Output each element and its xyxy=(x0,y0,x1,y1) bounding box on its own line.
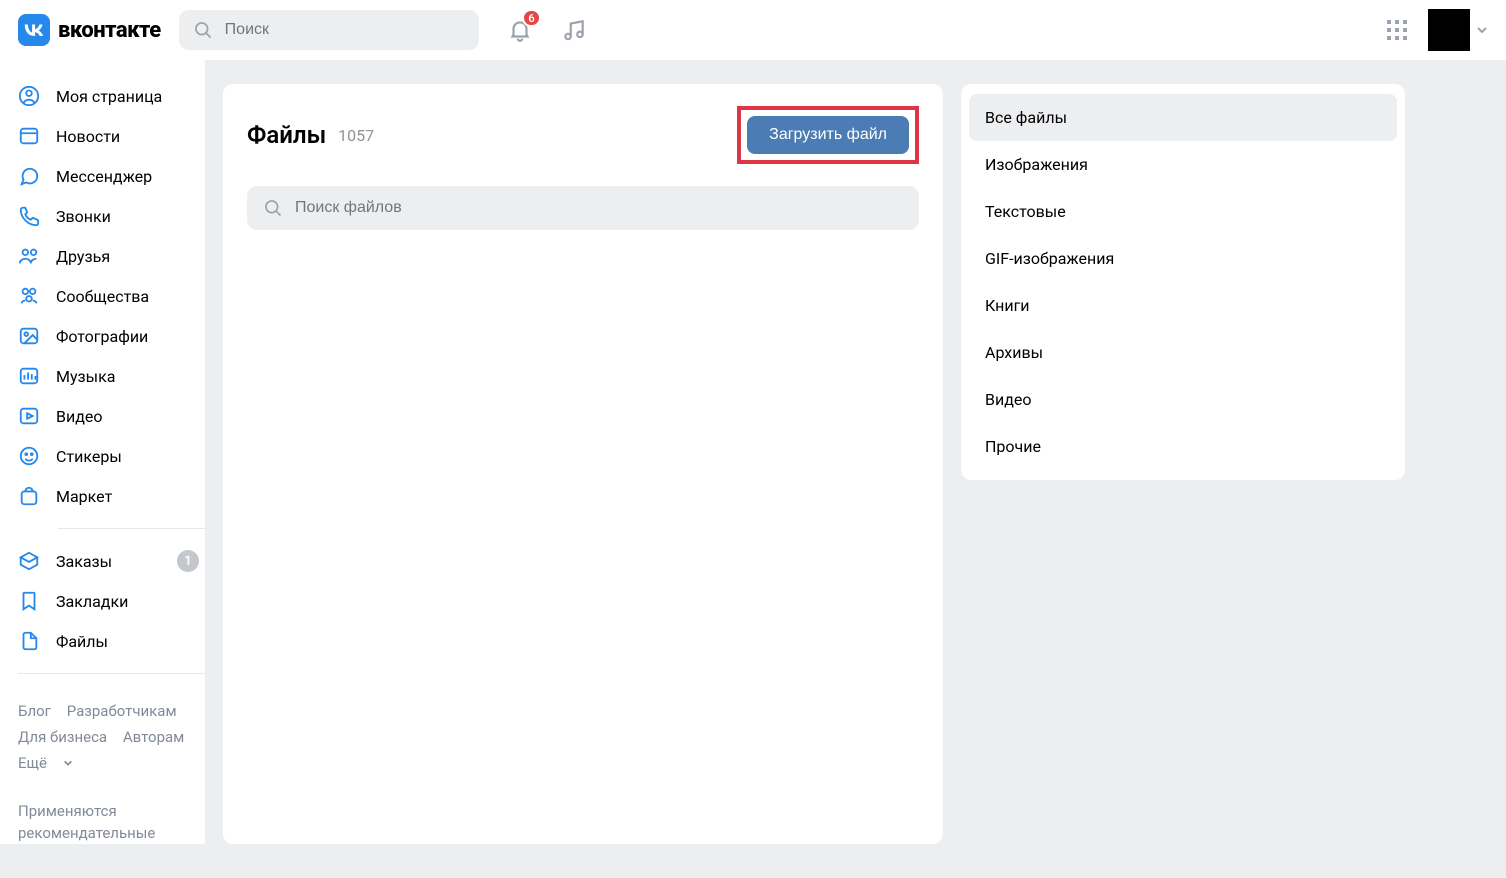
chat-icon xyxy=(18,165,42,187)
sidebar-item-label: Файлы xyxy=(56,632,108,651)
filter-panel: Все файлы Изображения Текстовые GIF-изоб… xyxy=(961,84,1405,480)
sidebar-item-market[interactable]: Маркет xyxy=(18,476,205,516)
sidebar-item-stickers[interactable]: Стикеры xyxy=(18,436,205,476)
header: вконтакте 6 xyxy=(0,0,1506,60)
upload-button[interactable]: Загрузить файл xyxy=(747,116,909,154)
chevron-down-icon xyxy=(63,758,73,768)
footer-business[interactable]: Для бизнеса xyxy=(18,728,107,746)
footer-more[interactable]: Ещё xyxy=(18,750,205,776)
layout: Моя страница Новости Мессенджер Звонки Д… xyxy=(0,60,1506,844)
page-title: Файлы xyxy=(247,121,326,149)
vk-logo-icon xyxy=(18,14,50,46)
header-search[interactable] xyxy=(179,10,479,50)
filter-all[interactable]: Все файлы xyxy=(969,94,1397,141)
filter-archives[interactable]: Архивы xyxy=(961,329,1405,376)
sidebar-item-messenger[interactable]: Мессенджер xyxy=(18,156,205,196)
phone-icon xyxy=(18,205,42,227)
separator xyxy=(18,673,205,674)
orders-badge: 1 xyxy=(177,550,199,572)
separator xyxy=(58,528,205,529)
sticker-icon xyxy=(18,445,42,467)
file-count: 1057 xyxy=(338,126,374,145)
search-icon xyxy=(193,20,213,40)
footer-developers[interactable]: Разработчикам xyxy=(67,702,177,720)
notifications-button[interactable]: 6 xyxy=(507,17,533,43)
file-icon xyxy=(18,630,42,652)
sidebar-item-orders[interactable]: Заказы 1 xyxy=(18,541,205,581)
sidebar-item-label: Фотографии xyxy=(56,327,148,346)
footer-note: Применяются рекомендательные xyxy=(18,800,205,844)
sidebar-item-friends[interactable]: Друзья xyxy=(18,236,205,276)
header-icons: 6 xyxy=(507,17,587,43)
sidebar-item-label: Моя страница xyxy=(56,87,162,106)
filter-books[interactable]: Книги xyxy=(961,282,1405,329)
filter-other[interactable]: Прочие xyxy=(961,423,1405,470)
footer-authors[interactable]: Авторам xyxy=(123,728,184,746)
communities-icon xyxy=(18,285,42,307)
sidebar-item-label: Сообщества xyxy=(56,287,149,306)
sidebar-item-label: Звонки xyxy=(56,207,111,226)
filter-gif[interactable]: GIF-изображения xyxy=(961,235,1405,282)
file-search-input[interactable] xyxy=(295,199,903,217)
sidebar-item-video[interactable]: Видео xyxy=(18,396,205,436)
avatar xyxy=(1428,9,1470,51)
logo-text: вконтакте xyxy=(58,18,161,43)
sidebar-item-label: Мессенджер xyxy=(56,167,152,186)
sidebar-item-label: Заказы xyxy=(56,552,112,571)
chevron-down-icon xyxy=(1476,24,1488,36)
video-icon xyxy=(18,405,42,427)
file-search[interactable] xyxy=(247,186,919,230)
sidebar-item-label: Закладки xyxy=(56,592,128,611)
bookmark-icon xyxy=(18,590,42,612)
content-panel: Файлы 1057 Загрузить файл xyxy=(223,84,943,844)
logo[interactable]: вконтакте xyxy=(18,14,161,46)
photo-icon xyxy=(18,325,42,347)
search-icon xyxy=(263,198,283,218)
user-icon xyxy=(18,85,42,107)
sidebar-item-news[interactable]: Новости xyxy=(18,116,205,156)
sidebar-item-label: Друзья xyxy=(56,247,110,266)
notification-badge: 6 xyxy=(522,9,540,27)
main: Файлы 1057 Загрузить файл Все файлы Изоб… xyxy=(223,60,1488,844)
sidebar: Моя страница Новости Мессенджер Звонки Д… xyxy=(0,60,205,844)
header-right xyxy=(1386,9,1488,51)
highlight-frame: Загрузить файл xyxy=(737,106,919,164)
filter-images[interactable]: Изображения xyxy=(961,141,1405,188)
profile-menu[interactable] xyxy=(1428,9,1488,51)
music-button[interactable] xyxy=(561,17,587,43)
filter-text[interactable]: Текстовые xyxy=(961,188,1405,235)
apps-icon xyxy=(1386,19,1408,41)
apps-button[interactable] xyxy=(1386,19,1408,41)
content-header: Файлы 1057 Загрузить файл xyxy=(247,106,919,164)
search-input[interactable] xyxy=(225,21,465,39)
sidebar-item-my-page[interactable]: Моя страница xyxy=(18,76,205,116)
sidebar-item-label: Новости xyxy=(56,127,120,146)
sidebar-item-label: Музыка xyxy=(56,367,115,386)
sidebar-item-files[interactable]: Файлы xyxy=(18,621,205,661)
box-icon xyxy=(18,550,42,572)
news-icon xyxy=(18,125,42,147)
footer-blog[interactable]: Блог xyxy=(18,702,51,720)
music-icon xyxy=(561,17,587,43)
sidebar-item-communities[interactable]: Сообщества xyxy=(18,276,205,316)
music-nav-icon xyxy=(18,365,42,387)
sidebar-item-music[interactable]: Музыка xyxy=(18,356,205,396)
sidebar-item-photos[interactable]: Фотографии xyxy=(18,316,205,356)
sidebar-item-bookmarks[interactable]: Закладки xyxy=(18,581,205,621)
friends-icon xyxy=(18,245,42,267)
sidebar-item-calls[interactable]: Звонки xyxy=(18,196,205,236)
market-icon xyxy=(18,485,42,507)
sidebar-item-label: Видео xyxy=(56,407,102,426)
filter-video[interactable]: Видео xyxy=(961,376,1405,423)
sidebar-item-label: Маркет xyxy=(56,487,112,506)
footer-links: Блог Разработчикам Для бизнеса Авторам Е… xyxy=(18,698,205,776)
sidebar-item-label: Стикеры xyxy=(56,447,122,466)
